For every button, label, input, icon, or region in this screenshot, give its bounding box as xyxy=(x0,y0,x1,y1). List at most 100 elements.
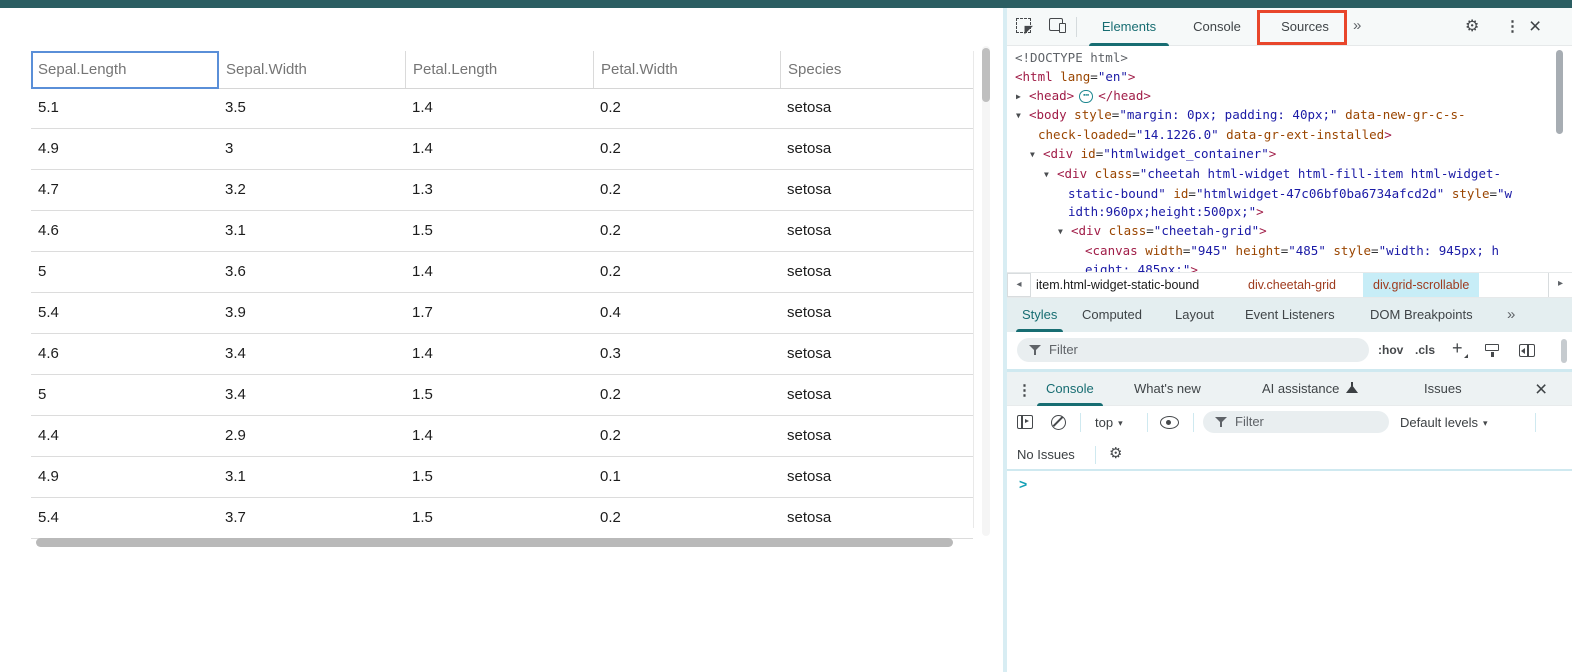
tab-elements[interactable]: Elements xyxy=(1087,8,1171,46)
context-selector[interactable]: top▾ xyxy=(1095,415,1123,430)
default-levels-dropdown[interactable]: Default levels▾ xyxy=(1400,415,1488,430)
table-cell[interactable]: 5.4 xyxy=(31,498,218,538)
tree-collapse-icon[interactable]: ▼ xyxy=(1058,223,1071,242)
table-cell[interactable]: setosa xyxy=(780,457,973,497)
table-cell[interactable]: 0.2 xyxy=(593,375,780,415)
rendering-brush-icon[interactable] xyxy=(1485,344,1500,357)
table-row[interactable]: 53.61.40.2setosa xyxy=(31,252,973,293)
tree-collapse-icon[interactable]: ▼ xyxy=(1016,107,1029,126)
tab-event-listeners[interactable]: Event Listeners xyxy=(1245,298,1335,332)
table-row[interactable]: 4.63.41.40.3setosa xyxy=(31,334,973,375)
create-live-expression-icon[interactable] xyxy=(1160,416,1179,429)
table-cell[interactable]: 0.2 xyxy=(593,416,780,456)
close-devtools-icon[interactable]: × xyxy=(1529,16,1541,37)
table-cell[interactable]: 5 xyxy=(31,252,218,292)
breadcrumb-item[interactable]: item.html-widget-static-bound xyxy=(1036,273,1199,297)
table-cell[interactable]: 3.6 xyxy=(218,252,405,292)
table-cell[interactable]: 0.2 xyxy=(593,498,780,538)
table-cell[interactable]: 1.4 xyxy=(405,252,593,292)
console-sidebar-icon[interactable] xyxy=(1017,415,1033,429)
tree-collapse-icon[interactable]: ▼ xyxy=(1044,166,1057,185)
table-cell[interactable]: 3.2 xyxy=(218,170,405,210)
table-row[interactable]: 4.931.40.2setosa xyxy=(31,129,973,170)
tab-computed[interactable]: Computed xyxy=(1082,298,1142,332)
table-cell[interactable]: 1.7 xyxy=(405,293,593,333)
table-cell[interactable]: 0.2 xyxy=(593,211,780,251)
toggle-sidebar-icon[interactable] xyxy=(1519,344,1535,357)
table-cell[interactable]: setosa xyxy=(780,498,973,538)
column-header[interactable]: Petal.Width xyxy=(593,51,780,88)
table-cell[interactable]: 4.7 xyxy=(31,170,218,210)
table-cell[interactable]: 4.9 xyxy=(31,457,218,497)
table-cell[interactable]: 1.5 xyxy=(405,498,593,538)
table-cell[interactable]: 3.4 xyxy=(218,334,405,374)
table-cell[interactable]: 3.5 xyxy=(218,88,405,128)
dom-tree-line[interactable]: eight: 485px;"> xyxy=(1007,261,1556,272)
table-cell[interactable]: 4.6 xyxy=(31,334,218,374)
table-horizontal-scrollbar-thumb[interactable] xyxy=(36,538,953,547)
table-cell[interactable]: 0.3 xyxy=(593,334,780,374)
tree-collapse-icon[interactable]: ▼ xyxy=(1030,146,1043,165)
table-row[interactable]: 5.43.71.50.2setosa xyxy=(31,498,973,539)
dom-tree-line[interactable]: <!DOCTYPE html> xyxy=(1007,49,1556,68)
tab-styles[interactable]: Styles xyxy=(1022,298,1057,332)
table-row[interactable]: 53.41.50.2setosa xyxy=(31,375,973,416)
table-cell[interactable]: 3.9 xyxy=(218,293,405,333)
dom-tree-line[interactable]: static-bound" id="htmlwidget-47c06bf0ba6… xyxy=(1007,185,1556,204)
styles-scrollbar-thumb[interactable] xyxy=(1561,339,1567,363)
toggle-hover-state-button[interactable]: :hov xyxy=(1378,343,1403,357)
table-cell[interactable]: 1.5 xyxy=(405,375,593,415)
drawer-tab-issues[interactable]: Issues xyxy=(1424,372,1462,406)
table-cell[interactable]: 3.7 xyxy=(218,498,405,538)
console-filter-input[interactable]: Filter xyxy=(1203,411,1389,433)
table-cell[interactable]: 5 xyxy=(31,375,218,415)
table-cell[interactable]: 5.4 xyxy=(31,293,218,333)
column-header[interactable]: Sepal.Width xyxy=(218,51,405,88)
dom-tree-line[interactable]: check-loaded="14.1226.0" data-gr-ext-ins… xyxy=(1007,126,1556,145)
table-cell[interactable]: 4.4 xyxy=(31,416,218,456)
table-cell[interactable]: 1.4 xyxy=(405,88,593,128)
table-cell[interactable]: setosa xyxy=(780,334,973,374)
vertical-scrollbar-thumb[interactable] xyxy=(982,48,990,102)
dom-tree-line[interactable]: ▼<div class="cheetah-grid"> xyxy=(1007,222,1556,242)
table-cell[interactable]: 3.4 xyxy=(218,375,405,415)
table-row[interactable]: 4.63.11.50.2setosa xyxy=(31,211,973,252)
column-header[interactable]: Species xyxy=(780,51,973,88)
tab-console[interactable]: Console xyxy=(1175,8,1259,46)
table-cell[interactable]: 0.2 xyxy=(593,129,780,169)
drawer-tab-ai-assistance[interactable]: AI assistance xyxy=(1262,372,1358,406)
dom-tree-line[interactable]: ▶<head>⋯</head> xyxy=(1007,87,1556,107)
table-cell[interactable]: 1.4 xyxy=(405,129,593,169)
table-cell[interactable]: setosa xyxy=(780,211,973,251)
dom-tree-line[interactable]: <canvas width="945" height="485" style="… xyxy=(1007,242,1556,261)
styles-filter-input[interactable]: Filter xyxy=(1017,338,1369,362)
tab-dom-breakpoints[interactable]: DOM Breakpoints xyxy=(1370,298,1473,332)
table-row[interactable]: 4.93.11.50.1setosa xyxy=(31,457,973,498)
table-cell[interactable]: setosa xyxy=(780,293,973,333)
table-cell[interactable]: setosa xyxy=(780,252,973,292)
table-cell[interactable]: 3 xyxy=(218,129,405,169)
table-cell[interactable]: 4.9 xyxy=(31,129,218,169)
drawer-tab-whats-new[interactable]: What's new xyxy=(1134,372,1201,406)
table-row[interactable]: 5.13.51.40.2setosa xyxy=(31,88,973,129)
table-cell[interactable]: setosa xyxy=(780,416,973,456)
table-cell[interactable]: 1.4 xyxy=(405,334,593,374)
table-cell[interactable]: 5.1 xyxy=(31,88,218,128)
table-cell[interactable]: 0.2 xyxy=(593,252,780,292)
dom-tree-line[interactable]: <html lang="en"> xyxy=(1007,68,1556,87)
drawer-tab-console[interactable]: Console xyxy=(1046,372,1094,406)
more-panes-icon[interactable]: » xyxy=(1507,306,1515,323)
table-cell[interactable]: 3.1 xyxy=(218,457,405,497)
drawer-menu-icon[interactable]: ⋮ xyxy=(1017,381,1032,399)
console-settings-gear-icon[interactable]: ⚙ xyxy=(1109,444,1122,462)
tree-expand-icon[interactable]: ▶ xyxy=(1016,88,1029,107)
inspect-element-icon[interactable] xyxy=(1016,18,1031,33)
table-cell[interactable]: 1.5 xyxy=(405,211,593,251)
table-row[interactable]: 4.73.21.30.2setosa xyxy=(31,170,973,211)
dom-tree-line[interactable]: idth:960px;height:500px;"> xyxy=(1007,203,1556,222)
clear-console-icon[interactable] xyxy=(1051,415,1066,430)
tab-layout[interactable]: Layout xyxy=(1175,298,1214,332)
table-cell[interactable]: 4.6 xyxy=(31,211,218,251)
elements-scrollbar-thumb[interactable] xyxy=(1556,50,1563,134)
dom-tree-line[interactable]: ▼<div id="htmlwidget_container"> xyxy=(1007,145,1556,165)
